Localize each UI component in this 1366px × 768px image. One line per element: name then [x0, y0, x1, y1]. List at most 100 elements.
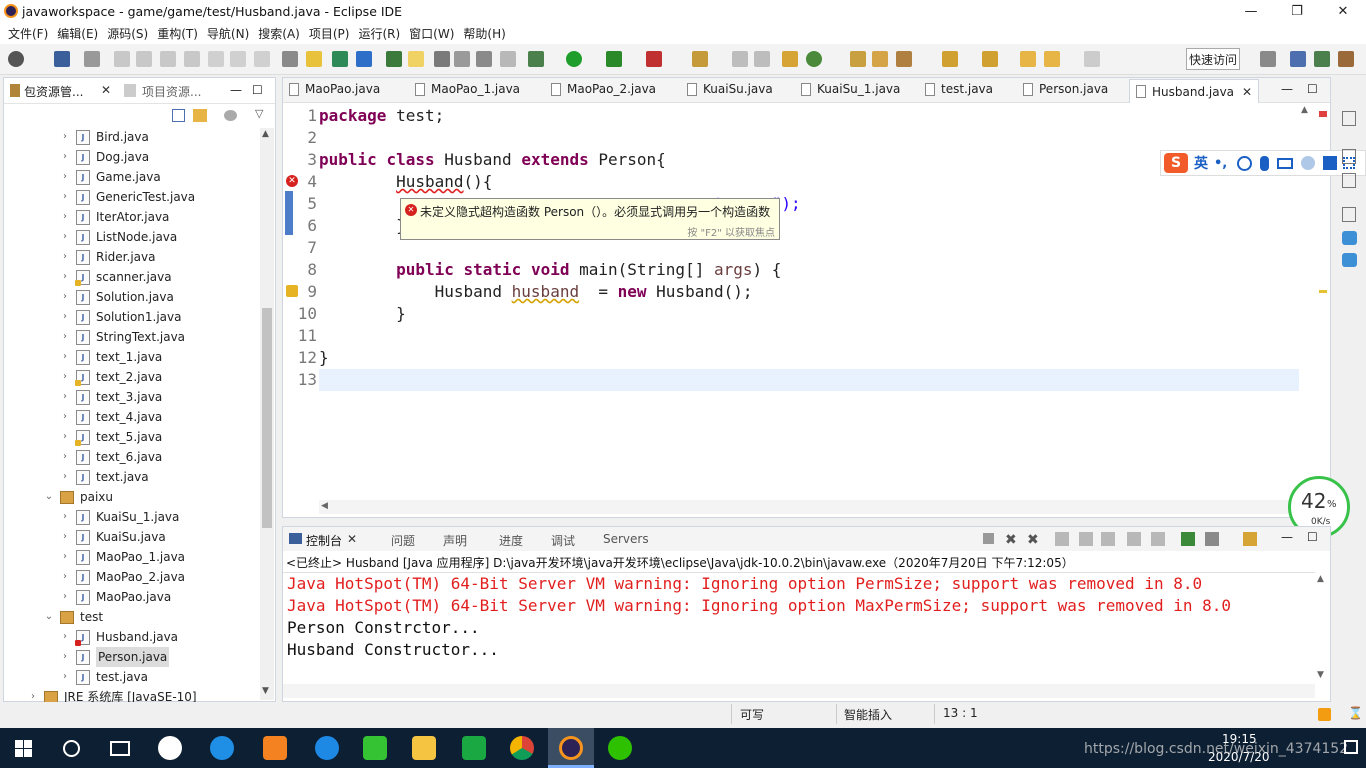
maximize-icon[interactable]: ☐ — [252, 83, 263, 97]
debug-icon[interactable] — [528, 51, 544, 67]
open-icon[interactable] — [434, 51, 450, 67]
menu-edit[interactable]: 编辑(E) — [57, 25, 98, 42]
wrench-icon[interactable] — [896, 51, 912, 67]
tree-file[interactable]: › J MaoPao_2.java — [60, 567, 185, 587]
step-into-icon[interactable] — [208, 51, 224, 67]
toggle-mark-icon[interactable] — [282, 51, 298, 67]
left-arrow-icon[interactable] — [1044, 51, 1060, 67]
new-java-project-icon[interactable] — [692, 51, 708, 67]
close-console-icon[interactable]: ✕ — [347, 532, 357, 546]
search-icon[interactable] — [63, 740, 80, 757]
editor-hscrollbar[interactable] — [319, 500, 1299, 514]
tree-file[interactable]: › J Person.java — [60, 647, 170, 667]
chevron-right-icon[interactable]: › — [60, 447, 70, 467]
rss-icon[interactable] — [1318, 708, 1331, 721]
gear-icon[interactable] — [8, 51, 24, 67]
ime-punct-toggle[interactable]: •, — [1214, 156, 1227, 171]
console-hscrollbar[interactable] — [283, 684, 1315, 698]
tree-file[interactable]: › J KuaiSu.java — [60, 527, 166, 547]
open-perspective-icon[interactable] — [1260, 51, 1276, 67]
tree-file[interactable]: › J ListNode.java — [60, 227, 177, 247]
chevron-right-icon[interactable]: › — [60, 367, 70, 387]
new-package-icon[interactable] — [806, 51, 822, 67]
menu-window[interactable]: 窗口(W) — [409, 25, 454, 42]
collapse-all-icon[interactable] — [172, 109, 185, 122]
view-menu-icon[interactable]: ▽ — [255, 107, 263, 120]
open-console-icon[interactable] — [1181, 532, 1195, 546]
pin-icon[interactable] — [84, 51, 100, 67]
tab-kuaisu-1[interactable]: KuaiSu_1.java — [801, 82, 900, 96]
forward-icon[interactable] — [1084, 51, 1100, 67]
outline-icon[interactable] — [1342, 149, 1356, 164]
tab-maopao-1[interactable]: MaoPao_1.java — [415, 82, 520, 96]
terminate-console-icon[interactable] — [983, 533, 994, 544]
chevron-right-icon[interactable]: › — [60, 427, 70, 447]
chevron-right-icon[interactable]: › — [60, 647, 70, 667]
run-icon[interactable] — [566, 51, 582, 67]
iqiyi-icon[interactable] — [363, 736, 387, 760]
chevron-right-icon[interactable]: › — [60, 527, 70, 547]
new-class-icon[interactable] — [782, 51, 798, 67]
chevron-right-icon[interactable]: › — [60, 587, 70, 607]
disconnect-icon[interactable] — [184, 51, 200, 67]
console-output[interactable]: Java HotSpot(TM) 64-Bit Server VM warnin… — [283, 572, 1315, 682]
chevron-right-icon[interactable]: › — [60, 387, 70, 407]
tree-file[interactable]: › Jtext_5.java — [60, 427, 162, 447]
menu-file[interactable]: 文件(F) — [8, 25, 48, 42]
chevron-down-icon[interactable]: ⌄ — [44, 607, 54, 627]
minimize-editor-icon[interactable]: — — [1281, 82, 1293, 96]
tree-file[interactable]: › Jtext_3.java — [60, 387, 162, 407]
tree-file[interactable]: › J MaoPao_1.java — [60, 547, 185, 567]
scroll-up-icon[interactable]: ▲ — [262, 129, 269, 139]
menu-help[interactable]: 帮助(H) — [463, 25, 505, 42]
chevron-right-icon[interactable]: › — [60, 167, 70, 187]
console-scroll-up-icon[interactable]: ▲ — [1317, 574, 1324, 584]
chevron-right-icon[interactable]: › — [60, 147, 70, 167]
tree-package[interactable]: ⌄ paixu — [44, 487, 113, 507]
pin-console-icon[interactable] — [1151, 532, 1165, 546]
external-tools-icon[interactable] — [646, 51, 662, 67]
maximize-console-icon[interactable]: ☐ — [1307, 530, 1318, 544]
chevron-right-icon[interactable]: › — [60, 407, 70, 427]
overview-error-mark[interactable] — [1319, 111, 1327, 117]
menu-project[interactable]: 项目(P) — [309, 25, 350, 42]
tab-servers[interactable]: Servers — [603, 532, 649, 546]
scroll-down-icon[interactable]: ▼ — [262, 686, 269, 696]
chevron-right-icon[interactable]: › — [60, 247, 70, 267]
suspend-icon[interactable] — [136, 51, 152, 67]
restore-button[interactable]: ❐ — [1274, 0, 1320, 22]
copy-icon[interactable] — [754, 51, 770, 67]
tree-file[interactable]: › Jscanner.java — [60, 267, 172, 287]
notification-icon[interactable] — [1344, 740, 1358, 754]
remove-all-icon[interactable]: ✖ — [1027, 532, 1039, 548]
maximize-editor-icon[interactable]: ☐ — [1307, 82, 1318, 96]
chevron-right-icon[interactable]: › — [60, 347, 70, 367]
tree-file[interactable]: › J StringText.java — [60, 327, 185, 347]
step-return-icon[interactable] — [254, 51, 270, 67]
chevron-right-icon[interactable]: › — [60, 567, 70, 587]
emoji-icon[interactable] — [1237, 155, 1253, 171]
word-wrap-icon[interactable] — [1101, 532, 1115, 546]
chevron-right-icon[interactable]: › — [60, 307, 70, 327]
doc-icon[interactable] — [454, 51, 470, 67]
save-icon[interactable] — [54, 51, 70, 67]
chevron-right-icon[interactable]: › — [60, 207, 70, 227]
eclipse-taskbar-icon[interactable] — [559, 736, 583, 760]
chevron-down-icon[interactable]: ⌄ — [44, 487, 54, 507]
new-console-icon[interactable] — [1243, 532, 1257, 546]
tree-file[interactable]: › J Solution1.java — [60, 307, 181, 327]
error-tooltip[interactable]: ✕ 未定义隐式超构造函数 Person（）。必须显式调用另一个构造函数 按 "F… — [400, 198, 780, 240]
text-icon[interactable] — [356, 51, 372, 67]
resume-icon[interactable] — [114, 51, 130, 67]
tab-test[interactable]: test.java — [925, 82, 993, 96]
minimize-icon[interactable]: — — [230, 83, 242, 97]
pinwheel-app-icon[interactable] — [158, 736, 182, 760]
coverage-icon[interactable] — [606, 51, 622, 67]
hscroll-left-icon[interactable]: ◀ — [321, 501, 328, 511]
menu-search[interactable]: 搜索(A) — [258, 25, 300, 42]
tree-file[interactable]: › Jtext.java — [60, 467, 149, 487]
chrome-icon[interactable] — [510, 736, 534, 760]
chevron-right-icon[interactable]: › — [60, 227, 70, 247]
chevron-right-icon[interactable]: › — [60, 287, 70, 307]
prev-annotation-icon[interactable] — [982, 51, 998, 67]
